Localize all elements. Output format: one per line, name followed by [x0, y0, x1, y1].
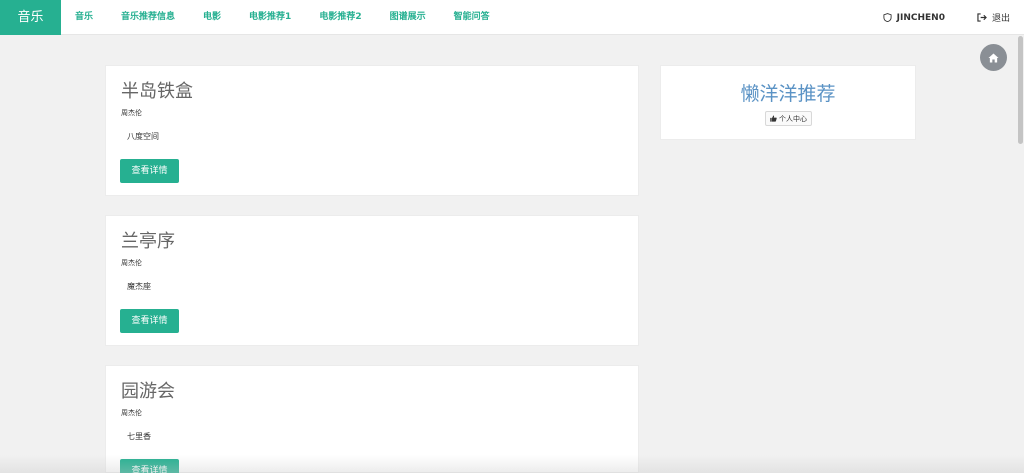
- logout-button[interactable]: 退出: [977, 11, 1010, 24]
- view-details-button[interactable]: 查看详情: [120, 309, 179, 333]
- song-album: 魔杰座: [127, 282, 151, 291]
- song-album: 八度空间: [127, 132, 159, 141]
- nav-item-movie-recommend-1[interactable]: 电影推荐1: [235, 0, 305, 35]
- nav-item-movie-recommend-2[interactable]: 电影推荐2: [305, 0, 375, 35]
- song-artist: 周杰伦: [121, 109, 142, 117]
- username: JINCHEN0: [896, 12, 945, 23]
- home-button[interactable]: [980, 44, 1007, 71]
- page-scrollbar-thumb[interactable]: [1018, 36, 1023, 144]
- top-navbar: 音乐 音乐 音乐推荐信息 电影 电影推荐1 电影推荐2 图谱展示 智能问答 JI…: [0, 0, 1024, 35]
- song-title: 园游会: [121, 381, 175, 402]
- recommend-heading: 懒洋洋推荐: [740, 83, 836, 105]
- song-title: 半岛铁盒: [121, 81, 193, 102]
- song-card: 兰亭序 周杰伦 魔杰座 查看详情: [105, 215, 639, 346]
- logout-label: 退出: [991, 14, 1010, 24]
- song-artist: 周杰伦: [121, 259, 142, 267]
- song-title: 兰亭序: [121, 231, 175, 252]
- nav-item-smart-qa[interactable]: 智能问答: [440, 0, 504, 35]
- brand-logo[interactable]: 音乐: [0, 0, 61, 35]
- home-icon: [988, 52, 999, 63]
- recommend-panel: 懒洋洋推荐 个人中心: [660, 65, 916, 140]
- shield-icon: [883, 13, 892, 22]
- nav-item-music-recommend-info[interactable]: 音乐推荐信息: [107, 0, 189, 35]
- song-card: 园游会 周杰伦 七里香 查看详情: [105, 365, 639, 473]
- thumbs-up-icon: [770, 115, 777, 122]
- song-artist: 周杰伦: [121, 409, 142, 417]
- nav-menu: 音乐 音乐推荐信息 电影 电影推荐1 电影推荐2 图谱展示 智能问答: [61, 0, 504, 35]
- view-details-button[interactable]: 查看详情: [120, 159, 179, 183]
- nav-item-graph-display[interactable]: 图谱展示: [376, 0, 440, 35]
- nav-item-music[interactable]: 音乐: [61, 0, 107, 35]
- user-menu[interactable]: JINCHEN0: [883, 13, 945, 23]
- nav-right: JINCHEN0 退出: [851, 0, 1010, 35]
- song-album: 七里香: [127, 432, 151, 441]
- sign-out-icon: [977, 13, 987, 22]
- nav-item-movie[interactable]: 电影: [189, 0, 235, 35]
- profile-center-label: 个人中心: [779, 114, 807, 123]
- song-card: 半岛铁盒 周杰伦 八度空间 查看详情: [105, 65, 639, 196]
- view-details-button[interactable]: 查看详情: [120, 459, 179, 473]
- profile-center-button[interactable]: 个人中心: [765, 111, 812, 126]
